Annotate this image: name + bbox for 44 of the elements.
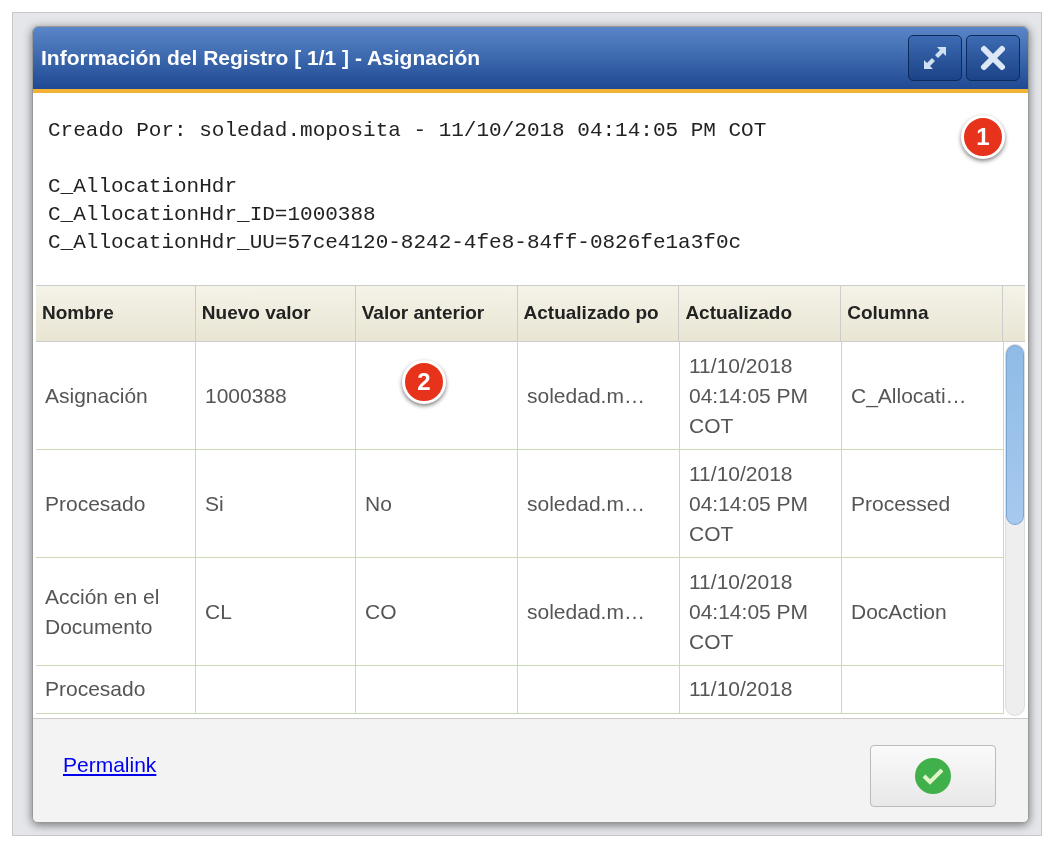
table-row[interactable]: Procesado 11/10/2018 [36,666,1004,714]
table-cell-text: soledad.m… [527,490,645,517]
record-info-line: Creado Por: soledad.moposita - 11/10/2018 04:14:05 PM COT [48,118,767,144]
table-cell-text: 11/10/2018 04:14:05 PM COT [689,460,810,547]
callout-badge: 1 [961,115,1005,159]
table-cell-text: 11/10/2018 04:14:05 PM COT [689,352,810,439]
table-cell-text: soledad.m… [527,598,645,625]
table-cell-text: Acción en el Documento [45,583,161,640]
table-cell-text: 11/10/2018 04:14:05 PM COT [689,568,810,655]
record-info-line: C_AllocationHdr_ID=1000388 [48,202,376,228]
table-cell-text: DocAction [851,598,947,625]
column-header[interactable]: Columna [841,286,1004,341]
window-title: Información del Registro [ 1/1 ] - Asignación [41,45,482,72]
table-row[interactable]: Acción en el Documento CL CO soledad.m… 11/10/2018 04:14:05 PM COT DocAction [36,558,1004,666]
scrollbar-track[interactable] [1005,344,1025,716]
table-cell-text: C_Allocati… [851,382,967,410]
table-cell-text: CO [365,598,397,625]
column-header[interactable]: Actualizado po [517,286,680,341]
record-info-line: C_AllocationHdr [48,174,238,200]
table-cell-text: No [365,490,392,517]
column-header[interactable]: Valor anterior [355,286,518,341]
table-cell-text: 1000388 [205,382,287,409]
column-header[interactable]: Nombre [36,286,196,341]
table-cell-text: Procesado [45,490,146,517]
permalink-link[interactable]: Permalink [63,749,157,781]
record-info-line: C_AllocationHdr_UU=57ce4120-8242-4fe8-84ff-0826fe1a3f0c [48,230,742,256]
column-header[interactable]: Nuevo valor [195,286,356,341]
table-cell-text: Procesado [45,676,146,702]
close-button[interactable] [966,35,1020,81]
scrollbar-thumb[interactable] [1006,345,1024,525]
table-cell-text: Processed [851,490,951,517]
checkmark-icon [914,757,952,795]
table-cell-text: Asignación [45,382,148,409]
callout-badge: 2 [402,360,446,404]
table-cell-text: soledad.m… [527,382,645,409]
expand-icon [921,44,949,72]
table-cell-text: Si [205,490,224,517]
column-header[interactable]: Actualizado [679,286,842,341]
table-cell-text: 11/10/2018 [689,676,793,702]
ok-button[interactable] [870,745,996,807]
close-icon [980,45,1006,71]
table-cell-text: CL [205,598,232,625]
maximize-button[interactable] [908,35,962,81]
table-row[interactable]: Procesado Si No soledad.m… 11/10/2018 04:14:05 PM COT Processed [36,450,1004,558]
